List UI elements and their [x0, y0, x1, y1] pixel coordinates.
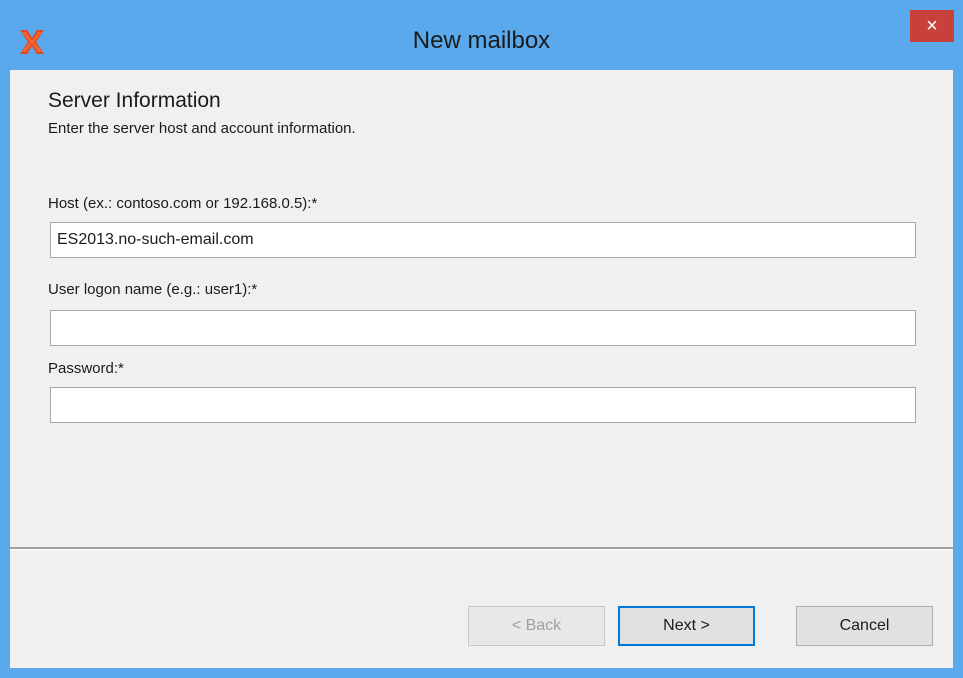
- dialog-body: Server Information Enter the server host…: [10, 70, 953, 668]
- section-description: Enter the server host and account inform…: [48, 120, 356, 137]
- username-input[interactable]: [50, 310, 916, 346]
- close-button[interactable]: ×: [910, 10, 954, 42]
- password-label: Password:*: [48, 360, 124, 377]
- title-bar: New mailbox ×: [0, 0, 963, 80]
- cancel-button[interactable]: Cancel: [796, 606, 933, 646]
- next-button[interactable]: Next >: [618, 606, 755, 646]
- host-label: Host (ex.: contoso.com or 192.168.0.5):*: [48, 195, 318, 212]
- footer-divider: [10, 547, 953, 550]
- window-title: New mailbox: [412, 27, 551, 54]
- host-input[interactable]: [50, 222, 916, 258]
- username-label: User logon name (e.g.: user1):*: [48, 281, 258, 298]
- back-button[interactable]: < Back: [468, 606, 605, 646]
- new-mailbox-dialog: New mailbox × Server Information Enter t…: [0, 0, 963, 678]
- password-input[interactable]: [50, 387, 916, 423]
- section-title: Server Information: [48, 89, 221, 112]
